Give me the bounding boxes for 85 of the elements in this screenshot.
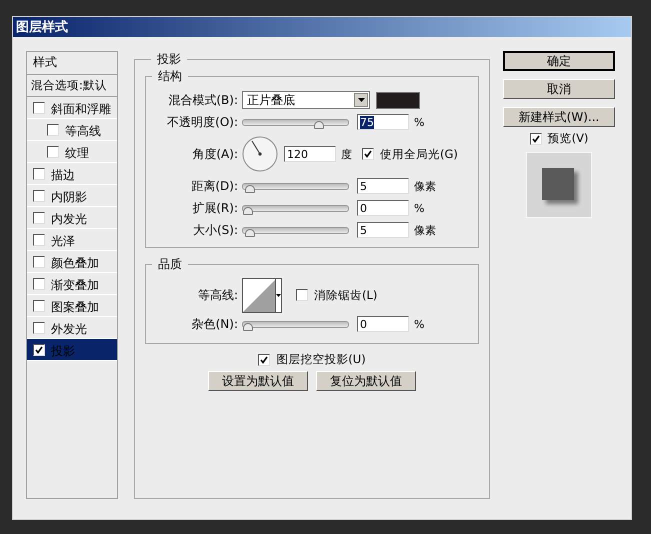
unit-label: % <box>414 318 424 330</box>
list-header: 样式 <box>27 52 117 75</box>
checkbox[interactable] <box>33 234 45 246</box>
checkbox[interactable] <box>33 190 45 202</box>
checkbox[interactable] <box>33 344 45 356</box>
slider-thumb[interactable] <box>243 206 253 214</box>
group-title: 品质 <box>157 256 183 273</box>
field-label: 混合模式(B): <box>167 92 239 108</box>
slider-thumb[interactable] <box>244 228 255 236</box>
field-label: 杂色(N): <box>190 316 239 332</box>
style-item[interactable]: 内阴影 <box>27 185 117 207</box>
style-item[interactable]: 描边 <box>27 163 117 185</box>
unit-label: 像素 <box>414 178 436 194</box>
style-item[interactable]: 渐变叠加 <box>27 273 117 295</box>
style-label: 等高线 <box>65 123 101 140</box>
group-title: 结构 <box>157 68 183 85</box>
checkbox[interactable] <box>33 322 45 334</box>
checkbox[interactable] <box>362 148 374 160</box>
slider-thumb[interactable] <box>243 322 253 330</box>
style-item[interactable]: 光泽 <box>27 229 117 251</box>
field-label: 大小(S): <box>192 222 239 238</box>
style-label: 内发光 <box>51 211 87 228</box>
checkbox[interactable] <box>33 278 45 290</box>
style-label: 投影 <box>51 343 75 360</box>
field-label: 等高线: <box>196 286 239 304</box>
checkbox[interactable] <box>33 300 45 312</box>
input-field[interactable]: 120 <box>284 146 336 162</box>
style-label: 光泽 <box>51 233 75 250</box>
blend-options-item[interactable]: 混合选项:默认 <box>27 75 117 97</box>
checkbox[interactable] <box>530 132 542 144</box>
slider-thumb[interactable] <box>244 184 255 192</box>
checkbox[interactable] <box>33 168 45 180</box>
input-field[interactable]: 0 <box>357 200 409 216</box>
style-item[interactable]: 斜面和浮雕 <box>27 97 117 119</box>
input-field[interactable]: 0 <box>357 316 409 332</box>
color-swatch[interactable] <box>376 92 420 108</box>
style-item[interactable]: 图案叠加 <box>27 295 117 317</box>
style-label: 外发光 <box>51 321 87 338</box>
shadowed-square-icon <box>542 168 574 200</box>
checkbox-label: 消除锯齿(L) <box>314 288 378 302</box>
input-field[interactable]: 5 <box>357 222 409 238</box>
angle-dial[interactable] <box>242 136 278 172</box>
field-label: 扩展(R): <box>191 200 239 216</box>
style-label: 内阴影 <box>51 189 87 206</box>
dropdown-arrow-icon <box>275 278 281 312</box>
checkbox-label: 使用全局光(G) <box>380 146 458 162</box>
input-field[interactable]: 75 <box>357 114 409 130</box>
style-label: 描边 <box>51 167 75 184</box>
checkbox-label: 预览(V) <box>548 131 588 146</box>
style-label: 斜面和浮雕 <box>51 101 111 118</box>
style-item[interactable]: 内发光 <box>27 207 117 229</box>
dialog-button[interactable]: 取消 <box>503 79 615 99</box>
unit-label: % <box>414 202 424 214</box>
checkbox[interactable] <box>296 289 308 301</box>
slider-thumb[interactable] <box>314 120 324 128</box>
field-label: 不透明度(O): <box>166 114 239 130</box>
contour-curve-icon <box>243 278 275 312</box>
input-field[interactable]: 5 <box>357 178 409 194</box>
unit-label: 像素 <box>414 222 436 238</box>
checkbox[interactable] <box>258 354 270 366</box>
style-label: 渐变叠加 <box>51 277 99 294</box>
style-item[interactable]: 纹理 <box>27 141 117 163</box>
unit-label: % <box>414 116 424 128</box>
checkbox[interactable] <box>47 146 59 158</box>
default-button[interactable]: 复位为默认值 <box>316 371 416 391</box>
dialog-button[interactable]: 新建样式(W)... <box>503 107 615 127</box>
style-label: 图案叠加 <box>51 299 99 316</box>
unit-label: 度 <box>341 146 352 162</box>
style-label: 纹理 <box>65 145 89 162</box>
checkbox[interactable] <box>33 256 45 268</box>
blend-mode-dropdown[interactable]: 正片叠底 <box>242 91 370 109</box>
checkbox-label: 图层挖空投影(U) <box>276 352 366 367</box>
checkbox[interactable] <box>33 212 45 224</box>
window-title: 图层样式 <box>16 19 68 36</box>
dialog-button[interactable]: 确定 <box>503 51 615 71</box>
checkbox[interactable] <box>47 124 59 136</box>
default-button[interactable]: 设置为默认值 <box>208 371 308 391</box>
style-label: 颜色叠加 <box>51 255 99 272</box>
section-title: 投影 <box>156 51 182 68</box>
contour-picker[interactable] <box>242 278 282 312</box>
checkbox[interactable] <box>33 102 45 114</box>
style-item[interactable]: 等高线 <box>27 119 117 141</box>
style-item[interactable]: 颜色叠加 <box>27 251 117 273</box>
field-label: 距离(D): <box>190 178 239 194</box>
field-label: 角度(A): <box>191 146 239 162</box>
